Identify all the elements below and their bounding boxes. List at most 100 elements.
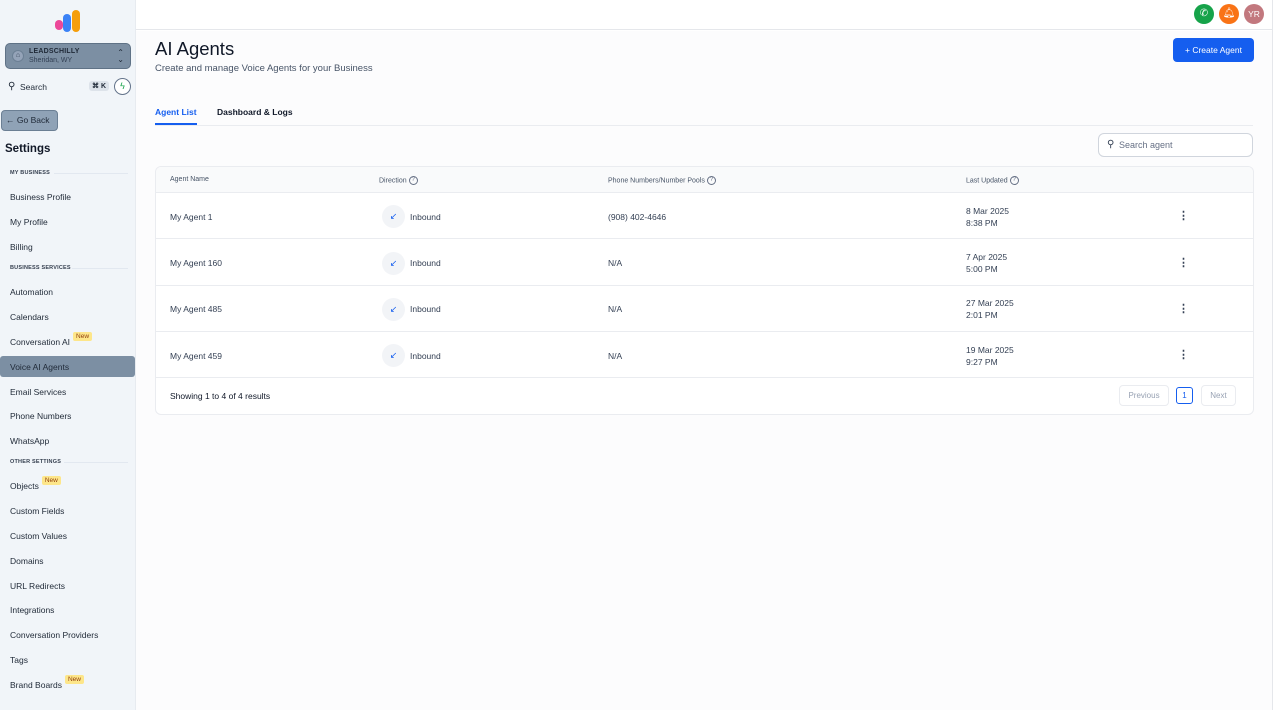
sidebar-item-label: Brand Boards <box>10 680 62 690</box>
sidebar-search-label: Search <box>20 82 47 92</box>
section-heading-my-business: MY BUSINESS <box>10 170 50 176</box>
bell-icon[interactable]: 🔔︎ <box>1219 4 1239 24</box>
section-heading-other-settings: OTHER SETTINGS <box>10 459 62 465</box>
updated-time: 8:38 PM <box>966 218 998 228</box>
column-header-phone-numbers: Phone Numbers/Number Pools? <box>608 176 716 185</box>
sidebar-search[interactable]: ⚲ Search ⌘ K <box>5 78 109 96</box>
sidebar-item-conversation-ai[interactable]: Conversation AINew <box>10 332 93 349</box>
next-page-button[interactable]: Next <box>1201 385 1236 406</box>
sidebar-item-my-profile[interactable]: My Profile <box>10 215 48 229</box>
search-agent-input[interactable]: ⚲ Search agent <box>1098 133 1253 157</box>
search-agent-placeholder: Search agent <box>1119 140 1173 150</box>
top-bar <box>136 0 1273 30</box>
arrow-down-left-icon: ↙ <box>382 298 405 321</box>
table-row[interactable]: My Agent 1 ↙ Inbound (908) 402-4646 8 Ma… <box>156 193 1253 239</box>
column-header-label: Phone Numbers/Number Pools <box>608 177 705 185</box>
agent-phone: N/A <box>608 258 623 268</box>
updated-date: 19 Mar 2025 <box>966 345 1014 355</box>
sidebar-item-calendars[interactable]: Calendars <box>10 310 49 324</box>
help-icon[interactable]: ? <box>408 176 418 185</box>
create-agent-button[interactable]: + Create Agent <box>1173 38 1254 62</box>
table-row[interactable]: My Agent 485 ↙ Inbound N/A 27 Mar 2025 2… <box>156 286 1253 332</box>
sidebar-item-conversation-providers[interactable]: Conversation Providers <box>10 628 98 642</box>
search-icon: ⚲ <box>8 81 16 92</box>
table-header: Agent Name Direction? Phone Numbers/Numb… <box>156 167 1253 193</box>
new-badge: New <box>73 332 93 341</box>
tab-agent-list[interactable]: Agent List <box>155 107 197 125</box>
agent-name[interactable]: My Agent 485 <box>170 304 222 314</box>
sidebar-item-billing[interactable]: Billing <box>10 240 33 254</box>
agent-name[interactable]: My Agent 160 <box>170 258 222 268</box>
arrow-left-icon: ← <box>6 115 15 125</box>
agent-direction: Inbound <box>410 212 441 222</box>
agent-direction: Inbound <box>410 304 441 314</box>
sidebar-item-url-redirects[interactable]: URL Redirects <box>10 579 65 593</box>
sidebar-item-tags[interactable]: Tags <box>10 653 28 667</box>
building-icon: ⌂ <box>12 50 24 62</box>
page-number-button[interactable]: 1 <box>1176 387 1193 404</box>
more-options-icon[interactable]: ⋮ <box>1178 256 1189 269</box>
help-icon[interactable]: ? <box>1009 176 1019 185</box>
tab-dashboard-logs[interactable]: Dashboard & Logs <box>217 107 293 125</box>
divider <box>72 268 128 269</box>
lightning-icon[interactable]: ϟ <box>114 78 131 95</box>
agent-direction: Inbound <box>410 258 441 268</box>
sidebar-item-label: Objects <box>10 481 39 491</box>
column-header-last-updated: Last Updated? <box>966 176 1019 185</box>
agent-phone: N/A <box>608 304 623 314</box>
page-title: AI Agents <box>155 38 235 59</box>
sidebar-item-voice-ai-agents[interactable]: Voice AI Agents <box>10 360 69 374</box>
more-options-icon[interactable]: ⋮ <box>1178 209 1189 222</box>
arrow-down-left-icon: ↙ <box>382 252 405 275</box>
new-badge: New <box>41 476 61 485</box>
agents-table: Agent Name Direction? Phone Numbers/Numb… <box>155 166 1254 415</box>
column-header-label: Last Updated <box>966 177 1008 185</box>
sidebar-item-label: Conversation AI <box>10 337 71 347</box>
sidebar-item-whatsapp[interactable]: WhatsApp <box>10 434 49 448</box>
sidebar-item-phone-numbers[interactable]: Phone Numbers <box>10 409 71 423</box>
sidebar-item-brand-boards[interactable]: Brand BoardsNew <box>10 675 84 692</box>
column-header-agent-name[interactable]: Agent Name <box>170 176 209 183</box>
updated-time: 9:27 PM <box>966 357 998 367</box>
account-name: LEADSCHILLY <box>29 48 80 55</box>
table-row[interactable]: My Agent 160 ↙ Inbound N/A 7 Apr 2025 5:… <box>156 240 1253 286</box>
sidebar-item-custom-fields[interactable]: Custom Fields <box>10 504 64 518</box>
divider <box>54 173 128 174</box>
account-location: Sheridan, WY <box>29 57 73 64</box>
sidebar-item-business-profile[interactable]: Business Profile <box>10 190 71 204</box>
go-back-button[interactable]: ← Go Back <box>1 110 58 131</box>
sidebar-item-automation[interactable]: Automation <box>10 285 53 299</box>
page-subtitle: Create and manage Voice Agents for your … <box>155 63 373 74</box>
new-badge: New <box>64 675 84 684</box>
more-options-icon[interactable]: ⋮ <box>1178 348 1189 361</box>
settings-title: Settings <box>5 143 51 155</box>
search-icon: ⚲ <box>1107 139 1115 150</box>
app-logo[interactable] <box>55 10 81 34</box>
sidebar-item-integrations[interactable]: Integrations <box>10 603 54 617</box>
avatar[interactable]: YR <box>1244 4 1264 24</box>
sidebar-item-custom-values[interactable]: Custom Values <box>10 529 67 543</box>
pagination-summary: Showing 1 to 4 of 4 results <box>170 391 271 401</box>
sidebar-item-domains[interactable]: Domains <box>10 554 44 568</box>
previous-page-button[interactable]: Previous <box>1119 385 1169 406</box>
search-shortcut: ⌘ K <box>89 81 109 91</box>
agent-name[interactable]: My Agent 459 <box>170 351 222 361</box>
phone-icon[interactable]: ✆ <box>1194 4 1214 24</box>
chevron-updown-icon: ⌃ ⌄ <box>117 48 124 64</box>
arrow-down-left-icon: ↙ <box>382 205 405 228</box>
section-heading-business-services: BUSINESS SERVICES <box>10 265 71 271</box>
column-header-label: Direction <box>379 177 407 185</box>
updated-time: 2:01 PM <box>966 310 998 320</box>
agent-direction: Inbound <box>410 351 441 361</box>
agent-name[interactable]: My Agent 1 <box>170 212 213 222</box>
sidebar: ⌂ LEADSCHILLY Sheridan, WY ⌃ ⌄ ⚲ Search ⌘… <box>0 0 136 710</box>
sidebar-item-objects[interactable]: ObjectsNew <box>10 476 61 493</box>
agent-phone: (908) 402-4646 <box>608 212 667 222</box>
agent-phone: N/A <box>608 351 623 361</box>
sidebar-item-email-services[interactable]: Email Services <box>10 385 66 399</box>
table-row[interactable]: My Agent 459 ↙ Inbound N/A 19 Mar 2025 9… <box>156 332 1253 378</box>
divider <box>64 462 128 463</box>
more-options-icon[interactable]: ⋮ <box>1178 302 1189 315</box>
help-icon[interactable]: ? <box>706 176 716 185</box>
account-switcher[interactable]: ⌂ LEADSCHILLY Sheridan, WY ⌃ ⌄ <box>5 43 131 69</box>
